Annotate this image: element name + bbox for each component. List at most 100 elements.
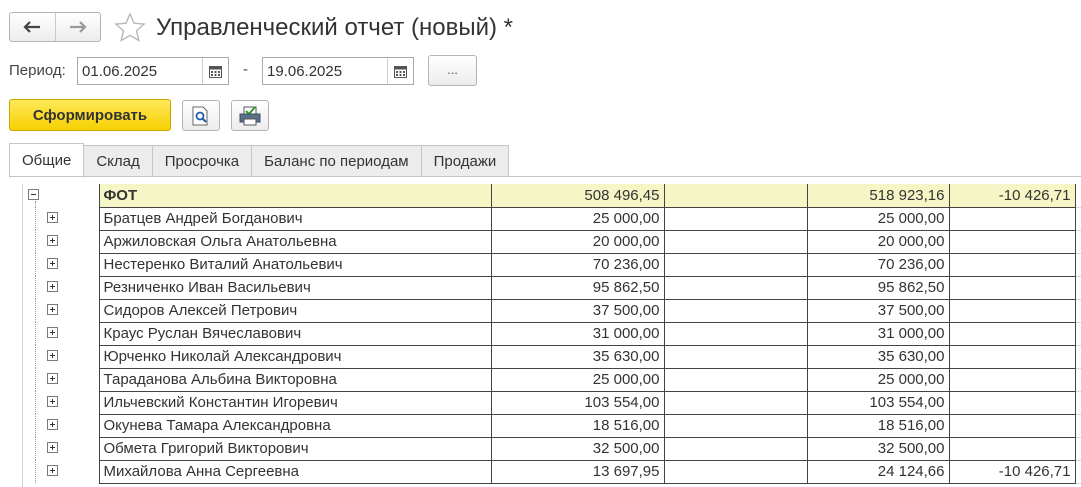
row-spacer xyxy=(1075,345,1081,369)
row-col1: 35 630,00 xyxy=(491,345,665,369)
table-row[interactable]: Ильчевский Константин Игоревич 103 554,00… xyxy=(23,391,1081,415)
row-col1: 32 500,00 xyxy=(491,437,665,461)
generate-button[interactable]: Сформировать xyxy=(9,99,171,131)
tree-line xyxy=(35,230,36,253)
row-col2 xyxy=(664,230,808,254)
table-row[interactable]: Тараданова Альбина Викторовна 25 000,00 25… xyxy=(23,368,1081,392)
row-spacer xyxy=(1075,460,1081,484)
expand-icon[interactable] xyxy=(47,304,58,315)
table-row[interactable]: Окунева Тамара Александровна 18 516,00 18 … xyxy=(23,414,1081,438)
table-row[interactable]: Обмета Григорий Викторович 32 500,00 32 50… xyxy=(23,437,1081,461)
calendar-icon xyxy=(209,65,222,78)
row-col4 xyxy=(949,322,1076,346)
expand-icon[interactable] xyxy=(47,465,58,476)
row-spacer xyxy=(1075,253,1081,277)
report-area[interactable]: ФОТ 508 496,45 518 923,16 -10 426,71 Бра… xyxy=(22,184,1081,487)
star-icon xyxy=(114,12,146,42)
calendar-icon xyxy=(394,65,407,78)
expand-icon[interactable] xyxy=(47,419,58,430)
row-col2 xyxy=(664,391,808,415)
tree-cell xyxy=(23,276,99,299)
row-col1: 103 554,00 xyxy=(491,391,665,415)
tree-cell xyxy=(23,299,99,322)
row-col4 xyxy=(949,207,1076,231)
tree-line xyxy=(35,299,36,322)
row-spacer xyxy=(1075,368,1081,392)
row-col2 xyxy=(664,437,808,461)
expand-icon[interactable] xyxy=(47,258,58,269)
row-col4 xyxy=(949,414,1076,438)
tree-cell xyxy=(23,437,99,460)
expand-icon[interactable] xyxy=(47,350,58,361)
tab-sales[interactable]: Продажи xyxy=(421,145,510,177)
period-select-button[interactable]: ... xyxy=(428,55,477,86)
tree-cell xyxy=(23,253,99,276)
period-to-field[interactable]: 19.06.2025 xyxy=(262,57,414,85)
favorite-button[interactable] xyxy=(114,12,146,44)
period-from-value[interactable]: 01.06.2025 xyxy=(78,63,202,80)
employee-name: Нестеренко Виталий Анатольевич xyxy=(98,253,492,277)
row-col4 xyxy=(949,253,1076,277)
row-col3: 18 516,00 xyxy=(807,414,950,438)
employee-name: Резниченко Иван Васильевич xyxy=(98,276,492,300)
row-spacer xyxy=(1075,322,1081,346)
table-row[interactable]: Братцев Андрей Богданович 25 000,00 25 000… xyxy=(23,207,1081,231)
row-spacer xyxy=(1075,276,1081,300)
table-row[interactable]: Аржиловская Ольга Анатольевна 20 000,00 20… xyxy=(23,230,1081,254)
print-icon xyxy=(239,105,261,125)
print-button[interactable] xyxy=(231,100,269,131)
expand-icon[interactable] xyxy=(47,212,58,223)
expand-icon[interactable] xyxy=(47,327,58,338)
tree-line xyxy=(35,460,36,483)
row-col3: 103 554,00 xyxy=(807,391,950,415)
tab-period-balance[interactable]: Баланс по периодам xyxy=(252,145,422,177)
expand-icon[interactable] xyxy=(47,373,58,384)
period-to-value[interactable]: 19.06.2025 xyxy=(263,63,387,80)
row-col3: 95 862,50 xyxy=(807,276,950,300)
tab-warehouse[interactable]: Склад xyxy=(84,145,153,177)
expand-icon[interactable] xyxy=(47,442,58,453)
tree-cell xyxy=(23,322,99,345)
row-col1: 20 000,00 xyxy=(491,230,665,254)
table-row[interactable]: Нестеренко Виталий Анатольевич 70 236,00 7… xyxy=(23,253,1081,277)
tab-overdue[interactable]: Просрочка xyxy=(152,145,253,177)
row-spacer xyxy=(1075,437,1081,461)
table-row[interactable]: Михайлова Анна Сергеевна 13 697,95 24 124,… xyxy=(23,460,1081,484)
back-button[interactable] xyxy=(10,13,55,41)
row-col2 xyxy=(664,207,808,231)
tabs-divider xyxy=(9,176,1081,177)
expand-icon[interactable] xyxy=(47,396,58,407)
table-row[interactable]: Юрченко Николай Александрович 35 630,00 35… xyxy=(23,345,1081,369)
collapse-icon[interactable] xyxy=(28,189,39,200)
row-spacer xyxy=(1075,391,1081,415)
report-table: ФОТ 508 496,45 518 923,16 -10 426,71 Бра… xyxy=(23,184,1081,484)
period-from-calendar-button[interactable] xyxy=(202,58,228,84)
arrow-left-icon xyxy=(23,21,41,33)
row-col2 xyxy=(664,460,808,484)
row-col3: 25 000,00 xyxy=(807,368,950,392)
total-col4: -10 426,71 xyxy=(949,184,1076,208)
employee-name: Аржиловская Ольга Анатольевна xyxy=(98,230,492,254)
row-col4 xyxy=(949,345,1076,369)
tree-line xyxy=(35,391,36,414)
total-col1: 508 496,45 xyxy=(491,184,665,208)
row-col1: 37 500,00 xyxy=(491,299,665,323)
row-col2 xyxy=(664,299,808,323)
employee-name: Михайлова Анна Сергеевна xyxy=(98,460,492,484)
row-col3: 24 124,66 xyxy=(807,460,950,484)
preview-button[interactable] xyxy=(182,100,220,131)
row-spacer xyxy=(1075,230,1081,254)
tree-cell xyxy=(23,345,99,368)
table-row[interactable]: Сидоров Алексей Петрович 37 500,00 37 500,… xyxy=(23,299,1081,323)
total-row[interactable]: ФОТ 508 496,45 518 923,16 -10 426,71 xyxy=(23,184,1081,208)
table-row[interactable]: Резниченко Иван Васильевич 95 862,50 95 86… xyxy=(23,276,1081,300)
table-row[interactable]: Краус Руслан Вячеславович 31 000,00 31 000… xyxy=(23,322,1081,346)
expand-icon[interactable] xyxy=(47,281,58,292)
tab-general[interactable]: Общие xyxy=(9,143,85,178)
row-col2 xyxy=(664,253,808,277)
period-to-calendar-button[interactable] xyxy=(387,58,413,84)
period-from-field[interactable]: 01.06.2025 xyxy=(77,57,229,85)
row-col4 xyxy=(949,391,1076,415)
forward-button[interactable] xyxy=(54,13,101,41)
expand-icon[interactable] xyxy=(47,235,58,246)
